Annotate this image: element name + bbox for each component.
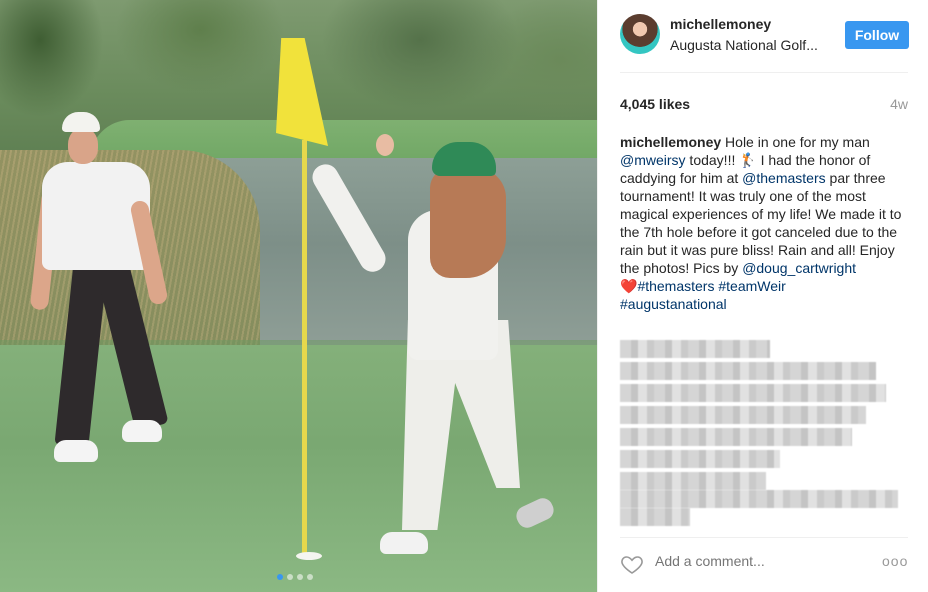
- blurred-comments: [620, 340, 910, 526]
- blurred-row: [620, 362, 876, 380]
- blurred-row: [620, 406, 866, 424]
- divider: [620, 537, 908, 538]
- heart-emoji: ❤️: [620, 278, 638, 294]
- blurred-row: [620, 450, 780, 468]
- blurred-row: [620, 508, 690, 526]
- post-sidebar: michellemoney Augusta National Golf... F…: [597, 0, 928, 592]
- likes-count[interactable]: 4,045 likes: [620, 96, 690, 112]
- caddie-cap: [432, 142, 496, 176]
- carousel-dot[interactable]: [297, 574, 303, 580]
- caddie-hand: [376, 134, 394, 156]
- caddie-hair: [430, 168, 506, 278]
- post-photo[interactable]: 22: [0, 0, 597, 592]
- golfer-cap: [62, 112, 100, 132]
- carousel-dot[interactable]: [277, 574, 283, 580]
- hashtag-link[interactable]: #themasters: [637, 278, 714, 294]
- caption-author[interactable]: michellemoney: [620, 134, 721, 150]
- caption-text: Hole in one for my man: [721, 134, 870, 150]
- blurred-row: [620, 428, 852, 446]
- golfer-shoe: [122, 420, 162, 442]
- hashtag-link[interactable]: #augustanational: [620, 296, 727, 312]
- golfer-head: [68, 128, 98, 164]
- comment-input[interactable]: [655, 553, 855, 569]
- location-link[interactable]: Augusta National Golf...: [670, 37, 818, 53]
- golf-hole: [296, 552, 322, 560]
- follow-button[interactable]: Follow: [845, 21, 909, 49]
- heart-outline-icon[interactable]: [620, 552, 644, 576]
- carousel-dot[interactable]: [287, 574, 293, 580]
- username-link[interactable]: michellemoney: [670, 16, 771, 32]
- post-age[interactable]: 4w: [890, 96, 908, 112]
- carousel-dot[interactable]: [307, 574, 313, 580]
- blurred-row: [620, 472, 766, 490]
- blurred-row: [620, 490, 898, 508]
- carousel-indicator: [277, 574, 313, 580]
- golfer-shoe: [54, 440, 98, 462]
- post-caption: michellemoney Hole in one for my man @mw…: [620, 133, 912, 313]
- mention-link[interactable]: @themasters: [742, 170, 825, 186]
- more-options-button[interactable]: ooo: [882, 553, 908, 569]
- instagram-post: 22 michellemoney Augusta National Golf..…: [0, 0, 928, 592]
- blurred-row: [620, 384, 886, 402]
- mention-link[interactable]: @doug_cartwright: [742, 260, 856, 276]
- mention-link[interactable]: @mweirsy: [620, 152, 686, 168]
- caddie-shoe: [380, 532, 428, 554]
- avatar[interactable]: [620, 14, 660, 54]
- flag-pin: [302, 140, 307, 554]
- blurred-row: [620, 340, 770, 358]
- post-header: michellemoney Augusta National Golf... F…: [598, 0, 928, 72]
- divider: [620, 72, 908, 73]
- hashtag-link[interactable]: #teamWeir: [718, 278, 785, 294]
